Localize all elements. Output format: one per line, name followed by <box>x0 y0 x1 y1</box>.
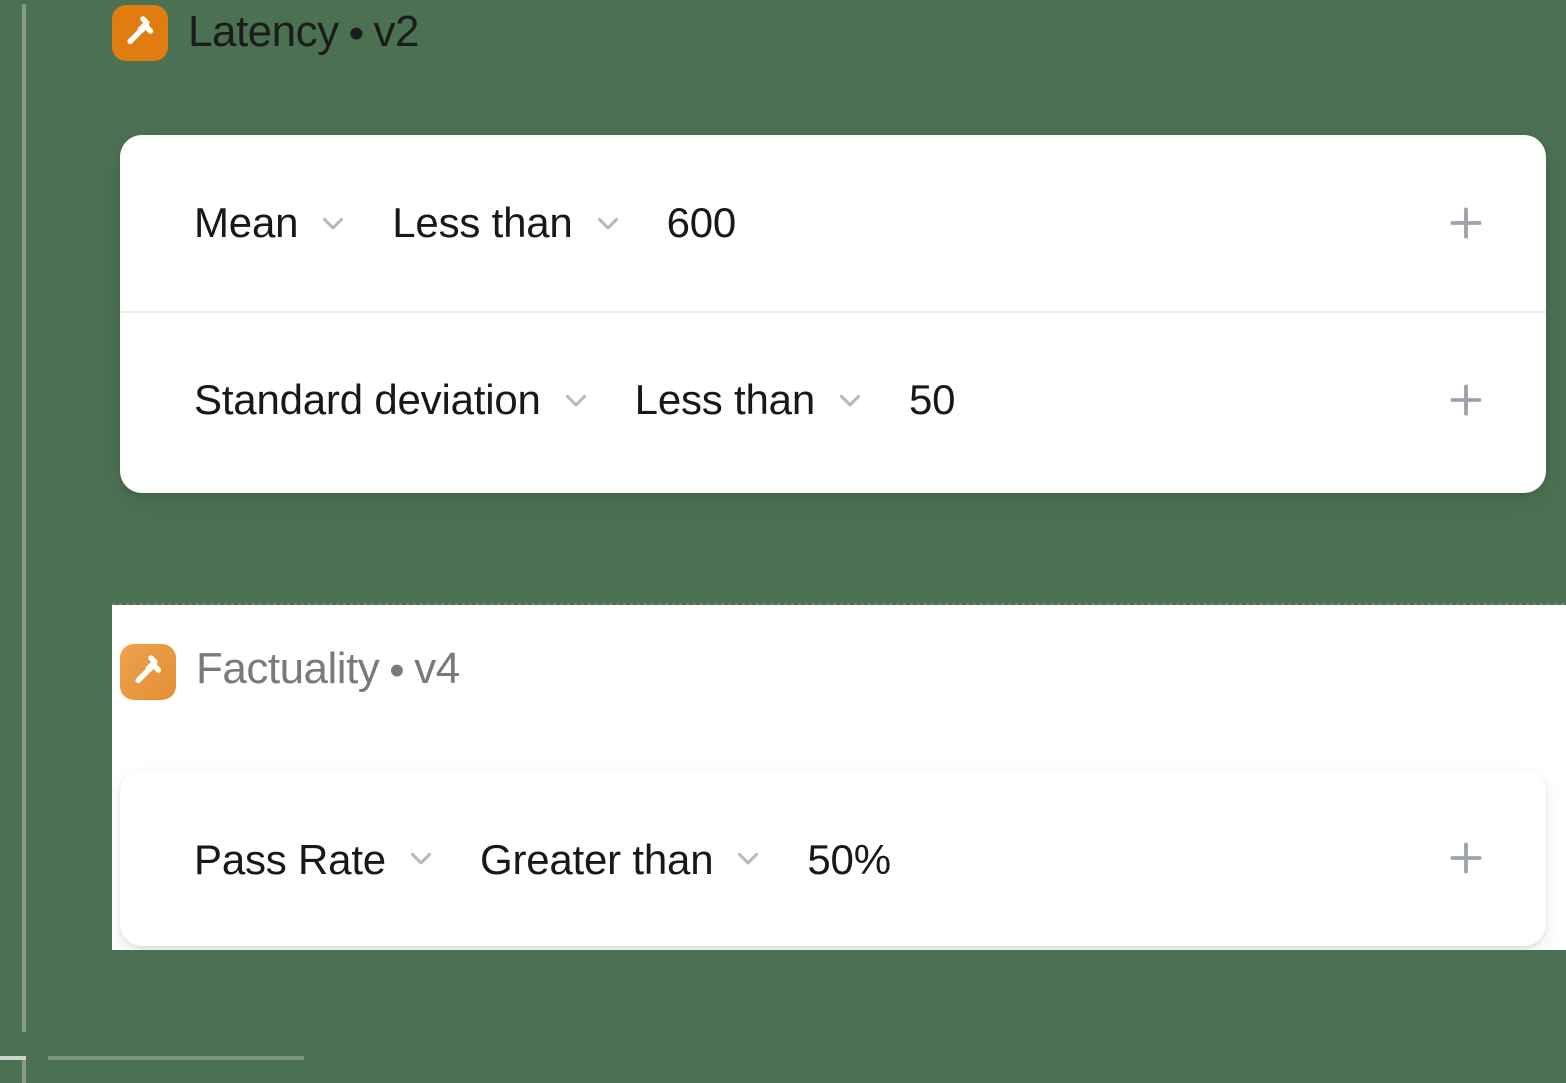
metric-label: Mean <box>194 199 299 246</box>
add-rule-button[interactable] <box>1424 836 1508 880</box>
title-separator-dot: • <box>389 646 405 696</box>
plus-icon <box>1450 207 1482 239</box>
tree-guide-vertical-line-lower <box>22 1058 26 1083</box>
eval-title-factuality: Factuality • v4 <box>196 643 460 696</box>
gavel-icon <box>120 644 176 700</box>
chevron-down-icon <box>565 394 586 407</box>
title-separator-dot: • <box>348 9 364 59</box>
metric-label: Standard deviation <box>194 376 541 423</box>
plus-icon <box>1450 842 1482 874</box>
operator-label: Greater than <box>479 836 714 883</box>
threshold-value-input[interactable]: 50 <box>909 379 956 421</box>
eval-name: Latency <box>188 6 339 56</box>
add-rule-button[interactable] <box>1424 378 1508 422</box>
chevron-down-icon <box>597 217 618 230</box>
metric-select-standard-deviation[interactable]: Standard deviation <box>194 379 593 421</box>
plus-icon <box>1450 384 1482 416</box>
eval-section-latency: Latency • v2 Mean Less than 600 Standard… <box>0 0 1566 493</box>
chevron-down-icon <box>323 217 344 230</box>
eval-title-latency: Latency • v2 <box>188 6 420 59</box>
eval-header-factuality[interactable]: Factuality • v4 <box>112 605 1566 735</box>
metric-label: Pass Rate <box>194 836 386 883</box>
rule-row: Mean Less than 600 <box>120 135 1546 311</box>
threshold-value-input[interactable]: 50% <box>807 839 891 881</box>
rule-row: Standard deviation Less than 50 <box>120 311 1546 487</box>
gavel-icon <box>112 5 168 61</box>
metric-select-mean[interactable]: Mean <box>194 202 350 244</box>
operator-label: Less than <box>392 199 573 246</box>
operator-select-less-than[interactable]: Less than <box>635 379 867 421</box>
eval-name: Factuality <box>196 643 380 693</box>
operator-select-less-than[interactable]: Less than <box>392 202 624 244</box>
rule-card-latency: Mean Less than 600 Standard deviation Le… <box>120 135 1546 493</box>
operator-select-greater-than[interactable]: Greater than <box>479 836 765 883</box>
rule-row: Pass Rate Greater than 50% <box>120 770 1546 946</box>
tree-guide-horizontal-line <box>48 1056 304 1060</box>
tree-guide-horizontal-connector <box>0 1056 26 1060</box>
eval-version: v2 <box>373 6 420 56</box>
chevron-down-icon <box>738 852 759 865</box>
chevron-down-icon <box>839 394 861 407</box>
eval-header-latency[interactable]: Latency • v2 <box>0 0 1566 66</box>
operator-label: Less than <box>634 376 816 423</box>
metric-select-pass-rate[interactable]: Pass Rate <box>194 836 438 883</box>
eval-section-factuality: Factuality • v4 Pass Rate Greater than 50% <box>112 605 1566 950</box>
eval-version: v4 <box>414 643 460 693</box>
add-rule-button[interactable] <box>1424 201 1508 245</box>
threshold-value-input[interactable]: 600 <box>667 202 737 244</box>
tree-guide-vertical-line <box>22 4 26 1032</box>
chevron-down-icon <box>410 852 432 865</box>
rule-card-factuality: Pass Rate Greater than 50% <box>120 770 1546 946</box>
